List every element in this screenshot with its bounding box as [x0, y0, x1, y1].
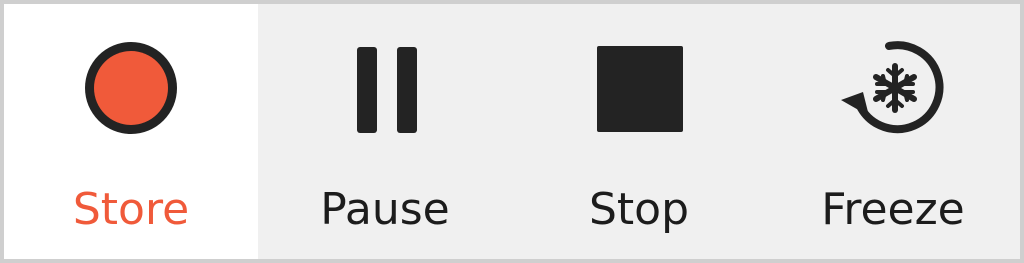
store-label: Store	[72, 184, 190, 235]
record-icon	[4, 30, 258, 146]
freeze-label: Freeze	[821, 184, 965, 235]
stop-label: Stop	[588, 184, 690, 235]
stop-button[interactable]: Stop	[512, 4, 766, 259]
freeze-icon	[766, 30, 1020, 146]
pause-icon	[258, 30, 512, 146]
pause-label: Pause	[320, 184, 450, 235]
store-button[interactable]: Store	[4, 4, 258, 259]
stop-icon	[512, 30, 766, 146]
freeze-button[interactable]: Freeze	[766, 4, 1020, 259]
pause-button[interactable]: Pause	[258, 4, 512, 259]
recording-toolbar: Store Pause Stop Freeze	[0, 0, 1024, 263]
